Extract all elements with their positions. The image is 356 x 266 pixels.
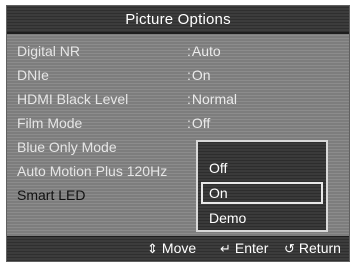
- menu-item-dnie[interactable]: DNIe On: [7, 64, 349, 88]
- menu-item-label: DNIe: [17, 67, 49, 83]
- up-down-arrows-icon: ⇕: [147, 241, 158, 256]
- menu-title-bar: Picture Options: [7, 6, 349, 34]
- dropdown-option-on[interactable]: On: [201, 182, 323, 204]
- enter-icon: ↵: [220, 241, 231, 256]
- menu-item-value: On: [187, 67, 211, 83]
- menu-item-label: Digital NR: [17, 43, 81, 59]
- menu-item-hdmi-black-level[interactable]: HDMI Black Level Normal: [7, 88, 349, 112]
- footer-move-label: Move: [161, 240, 197, 256]
- menu-item-film-mode[interactable]: Film Mode Off: [7, 112, 349, 136]
- menu-title: Picture Options: [125, 10, 231, 28]
- dropdown-option-off[interactable]: Off: [201, 158, 323, 180]
- menu-item-label: Blue Only Mode: [17, 139, 117, 155]
- smart-led-dropdown[interactable]: Off On Demo: [196, 140, 328, 232]
- menu-item-label: Smart LED: [17, 187, 86, 203]
- dropdown-option-demo[interactable]: Demo: [201, 208, 323, 230]
- menu-item-value: Normal: [187, 91, 237, 107]
- menu-item-value: Auto: [187, 43, 221, 59]
- menu-item-label: HDMI Black Level: [17, 91, 129, 107]
- footer-enter-label: Enter: [234, 240, 269, 256]
- tv-screen: Picture Options Digital NR Auto DNIe On …: [0, 0, 356, 266]
- picture-options-menu: Picture Options Digital NR Auto DNIe On …: [6, 5, 350, 262]
- footer-return: ↺ Return: [284, 240, 341, 257]
- footer-enter: ↵ Enter: [220, 240, 268, 257]
- footer-move: ⇕ Move: [147, 240, 196, 257]
- menu-item-label: Film Mode: [17, 115, 83, 131]
- footer-bar: ⇕ Move ↵ Enter ↺ Return: [7, 236, 349, 261]
- menu-item-digital-nr[interactable]: Digital NR Auto: [7, 40, 349, 64]
- menu-item-label: Auto Motion Plus 120Hz: [17, 163, 168, 179]
- menu-item-value: Off: [187, 115, 210, 131]
- footer-return-label: Return: [298, 240, 341, 256]
- return-icon: ↺: [284, 241, 295, 256]
